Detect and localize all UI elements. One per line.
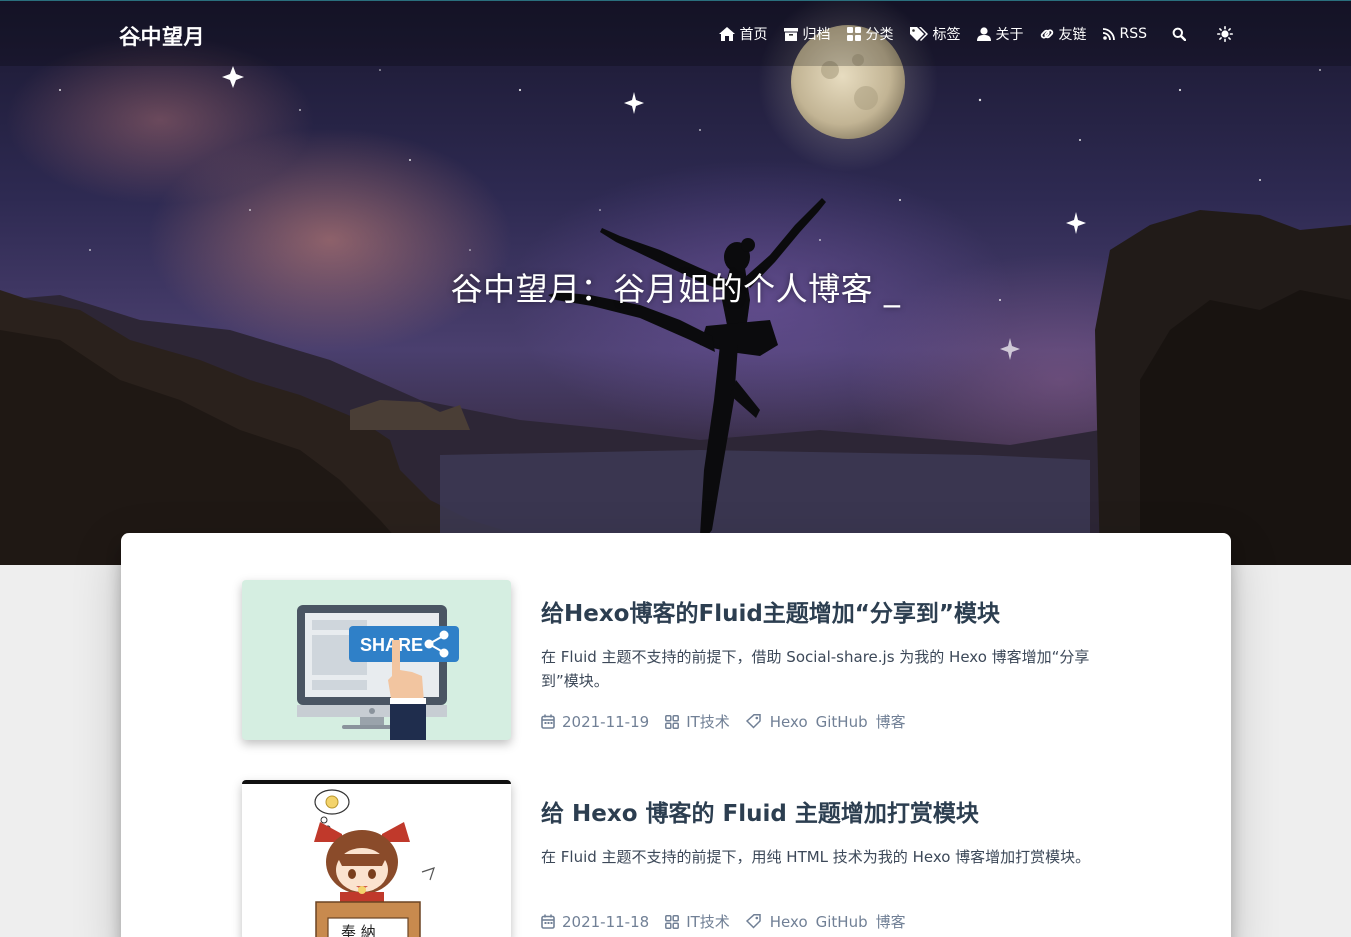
post-tag-link[interactable]: Hexo: [770, 913, 808, 931]
tag-icon: [745, 914, 761, 929]
nav-item-label: 关于: [995, 27, 1024, 43]
category-icon: [665, 914, 680, 929]
rss-icon: [1103, 28, 1116, 40]
category-icon: [665, 714, 680, 729]
site-brand[interactable]: 谷中望月: [119, 21, 205, 51]
donation-box-text: 奉 納: [341, 923, 376, 937]
post-excerpt: 在 Fluid 主题不支持的前提下，借助 Social-share.js 为我的…: [541, 648, 1090, 690]
post-tag-link[interactable]: 博客: [876, 911, 906, 932]
share-button-text: SHARE: [360, 635, 423, 655]
nav-item-about[interactable]: 关于: [977, 24, 1023, 44]
archive-icon: [784, 27, 799, 41]
post-tag-link[interactable]: GitHub: [816, 913, 868, 931]
post-tag-link[interactable]: Hexo: [770, 713, 808, 731]
top-navbar: 谷中望月 首页 归档 分类 标签 关于 友链 RSS: [0, 0, 1351, 66]
post-tag-link[interactable]: GitHub: [816, 713, 868, 731]
post-item: SHARE 给Hexo博客的Fluid主题增加“分享到”模块 在 Fluid 主…: [242, 580, 1102, 750]
post-date: 2021-11-18: [562, 912, 650, 931]
post-tags-group: Hexo GitHub 博客: [745, 911, 914, 932]
post-title[interactable]: 给Hexo博客的Fluid主题增加“分享到”模块: [541, 594, 1000, 628]
post-category-link[interactable]: IT技术: [686, 711, 730, 732]
nav-item-home[interactable]: 首页: [719, 24, 767, 44]
post-item: 奉 納 给 Hexo 博客的 Fluid 主题增加打赏模块 在 Fluid 主题…: [242, 780, 1102, 937]
donation-box-illustration: 奉 納: [314, 789, 435, 937]
post-meta: 2021-11-18 IT技术 Hexo GitHub 博客: [541, 911, 930, 932]
tag-icon: [745, 714, 761, 729]
main-nav: 首页 归档 分类 标签 关于 友链 RSS: [719, 24, 1233, 44]
nav-item-label: RSS: [1119, 26, 1147, 42]
post-category-group: IT技术: [665, 711, 730, 732]
post-meta: 2021-11-19 IT技术 Hexo GitHub 博客: [541, 711, 930, 732]
post-category-link[interactable]: IT技术: [686, 911, 730, 932]
post-title[interactable]: 给 Hexo 博客的 Fluid 主题增加打赏模块: [541, 794, 979, 828]
user-icon: [977, 27, 992, 41]
nav-item-tags[interactable]: 标签: [910, 24, 960, 44]
post-list-card: SHARE 给Hexo博客的Fluid主题增加“分享到”模块 在 Fluid 主…: [121, 533, 1231, 937]
nav-item-label: 友链: [1058, 27, 1087, 43]
link-icon: [1041, 29, 1054, 39]
post-date-group: 2021-11-18: [541, 913, 649, 931]
post-thumbnail[interactable]: SHARE: [242, 580, 511, 740]
theme-toggle-button[interactable]: [1217, 26, 1233, 42]
tags-icon: [910, 27, 929, 41]
nav-item-archive[interactable]: 归档: [784, 24, 830, 44]
nav-item-label: 标签: [932, 27, 961, 43]
post-date-group: 2021-11-19: [541, 713, 649, 731]
nav-item-links[interactable]: 友链: [1040, 24, 1086, 44]
search-button[interactable]: [1172, 27, 1186, 41]
share-illustration: SHARE: [297, 605, 459, 740]
nav-item-label: 归档: [802, 27, 831, 43]
nav-item-label: 首页: [739, 27, 768, 43]
post-tags-group: Hexo GitHub 博客: [745, 711, 914, 732]
nav-item-label: 分类: [865, 27, 894, 43]
post-date: 2021-11-19: [562, 712, 650, 731]
search-icon: [1172, 27, 1186, 41]
calendar-icon: [541, 914, 555, 929]
hero-subtitle: 谷中望月：谷月姐的个人博客 _: [450, 270, 901, 308]
nav-item-categories[interactable]: 分类: [847, 24, 893, 44]
post-excerpt: 在 Fluid 主题不支持的前提下，用纯 HTML 技术为我的 Hexo 博客增…: [541, 848, 1091, 866]
calendar-icon: [541, 714, 555, 729]
post-tag-link[interactable]: 博客: [876, 711, 906, 732]
post-category-group: IT技术: [665, 911, 730, 932]
nav-item-rss[interactable]: RSS: [1103, 26, 1147, 42]
sun-icon: [1217, 26, 1233, 42]
post-thumbnail[interactable]: 奉 納: [242, 780, 511, 937]
category-icon: [847, 27, 862, 41]
home-icon: [719, 27, 736, 41]
